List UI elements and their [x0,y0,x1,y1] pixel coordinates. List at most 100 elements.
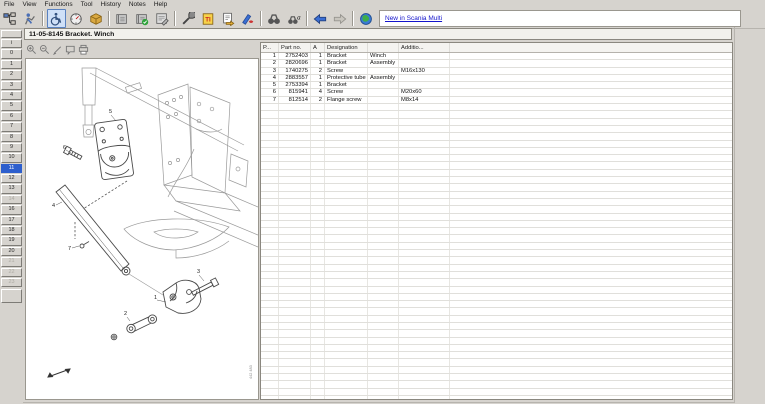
package-button[interactable] [87,9,106,28]
part-link-2[interactable] [125,314,158,334]
empty-row [261,388,733,395]
callout-1[interactable]: 1 [154,295,157,301]
person-button[interactable] [21,9,40,28]
figure-code: 442 483 [249,365,253,379]
export-icon [221,12,235,26]
callout-2[interactable]: 2 [124,311,127,317]
back-button[interactable] [311,9,330,28]
marker-button[interactable] [239,9,258,28]
part-bolt-3[interactable] [191,278,219,297]
callout-5[interactable]: 5 [109,109,112,115]
empty-row [261,322,733,329]
sidebar-item-19[interactable]: 19 [1,236,22,245]
pencil-icon [52,44,63,55]
empty-row [261,366,733,373]
forward-button[interactable] [331,9,350,28]
col-header-a[interactable]: A [311,43,325,53]
part-nut[interactable] [111,334,117,340]
sidebar-item-i[interactable]: i [1,39,22,48]
note-button[interactable] [65,44,76,55]
tree-button[interactable] [1,9,20,28]
part-row-3[interactable]: 317402752ScrewM16x130 [261,67,733,74]
toolbar-separator [108,11,110,26]
sidebar-item-7[interactable]: 7 [1,122,22,131]
empty-row [261,301,733,308]
sidebar-item-17[interactable]: 17 [1,216,22,225]
pencil-button[interactable] [52,44,63,55]
empty-row [261,242,733,249]
sidebar-item-11[interactable]: 11 [1,164,22,173]
menu-functions[interactable]: Functions [40,0,76,9]
sidebar-item-9[interactable]: 9 [1,143,22,152]
wheelchair-button[interactable] [47,9,66,28]
part-bolt-6[interactable] [64,146,83,161]
sidebar-item-0[interactable]: 0 [1,49,22,58]
part-bracket-1[interactable] [163,280,201,313]
sidebar-item-2[interactable]: 2 [1,70,22,79]
empty-row [261,133,733,140]
sidebar-item-16[interactable]: 16 [1,205,22,214]
menu-notes[interactable]: Notes [125,0,150,9]
sidebar-item-18[interactable]: 18 [1,226,22,235]
menu-file[interactable]: File [0,0,18,9]
col-header-p-[interactable]: P... [261,43,279,53]
sidebar-item-10[interactable]: 10 [1,153,22,162]
globe-button[interactable] [357,9,376,28]
part-tube-4[interactable] [56,185,130,275]
sidebar-item-20[interactable]: 20 [1,247,22,256]
col-header-designation[interactable]: Designation [325,43,368,53]
sidebar-item-8[interactable]: 8 [1,133,22,142]
notepad-button[interactable] [153,9,172,28]
callout-7[interactable]: 7 [68,246,71,252]
sidebar-item-5[interactable]: 5 [1,101,22,110]
part-row-4[interactable]: 428835571Protective tubeAssembly [261,74,733,81]
menu-view[interactable]: View [18,0,40,9]
export-button[interactable] [219,9,238,28]
wheelchair-icon [49,12,63,26]
ti-document-button[interactable]: TI [199,9,218,28]
col-header-blank-4[interactable] [368,43,399,53]
find-next-button[interactable]: a [285,9,304,28]
ti-document-icon: TI [201,12,215,26]
empty-row [261,279,733,286]
part-row-5[interactable]: 527533941Bracket [261,82,733,89]
part-row-1[interactable]: 127524031BracketWinch [261,53,733,60]
callout-4[interactable]: 4 [52,203,55,209]
sidebar-item-12[interactable]: 12 [1,174,22,183]
zoom-out-button[interactable] [39,44,50,55]
empty-row [261,330,733,337]
part-row-6[interactable]: 68159414ScrewM20x60 [261,89,733,96]
part-bracket-5[interactable] [94,119,134,180]
menu-help[interactable]: Help [150,0,171,9]
callout-3[interactable]: 3 [197,269,200,275]
toolbar-separator [174,11,176,26]
callout-6[interactable]: 6 [63,145,66,151]
zoom-in-button[interactable] [26,44,37,55]
sidebar-item-3[interactable]: 3 [1,81,22,90]
empty-row [261,206,733,213]
menu-history[interactable]: History [97,0,125,9]
col-header-blank-6[interactable] [450,43,734,53]
sidebar-item-6[interactable]: 6 [1,112,22,121]
empty-row [261,352,733,359]
part-row-7[interactable]: 78125142Flange screwM8x14 [261,96,733,103]
wrench-button[interactable] [179,9,198,28]
col-header-additio-[interactable]: Additio... [399,43,450,53]
sidebar-item-4[interactable]: 4 [1,91,22,100]
gauge-button[interactable] [67,9,86,28]
sidebar-item-13[interactable]: 13 [1,184,22,193]
book-check-button[interactable] [133,9,152,28]
connector-line [129,274,163,295]
sidebar-item-1[interactable]: 1 [1,60,22,69]
empty-row [261,104,733,111]
binoculars-button[interactable] [265,9,284,28]
book-button[interactable] [113,9,132,28]
col-header-part-no-[interactable]: Part no. [279,43,311,53]
menu-tool[interactable]: Tool [77,0,97,9]
print-button[interactable] [78,44,89,55]
part-screw-7[interactable] [80,242,89,249]
whats-new-link[interactable]: New in Scania Multi [380,15,442,22]
svg-text:a: a [297,13,301,21]
tree-icon [3,12,17,26]
part-row-2[interactable]: 228206961BracketAssembly [261,60,733,67]
